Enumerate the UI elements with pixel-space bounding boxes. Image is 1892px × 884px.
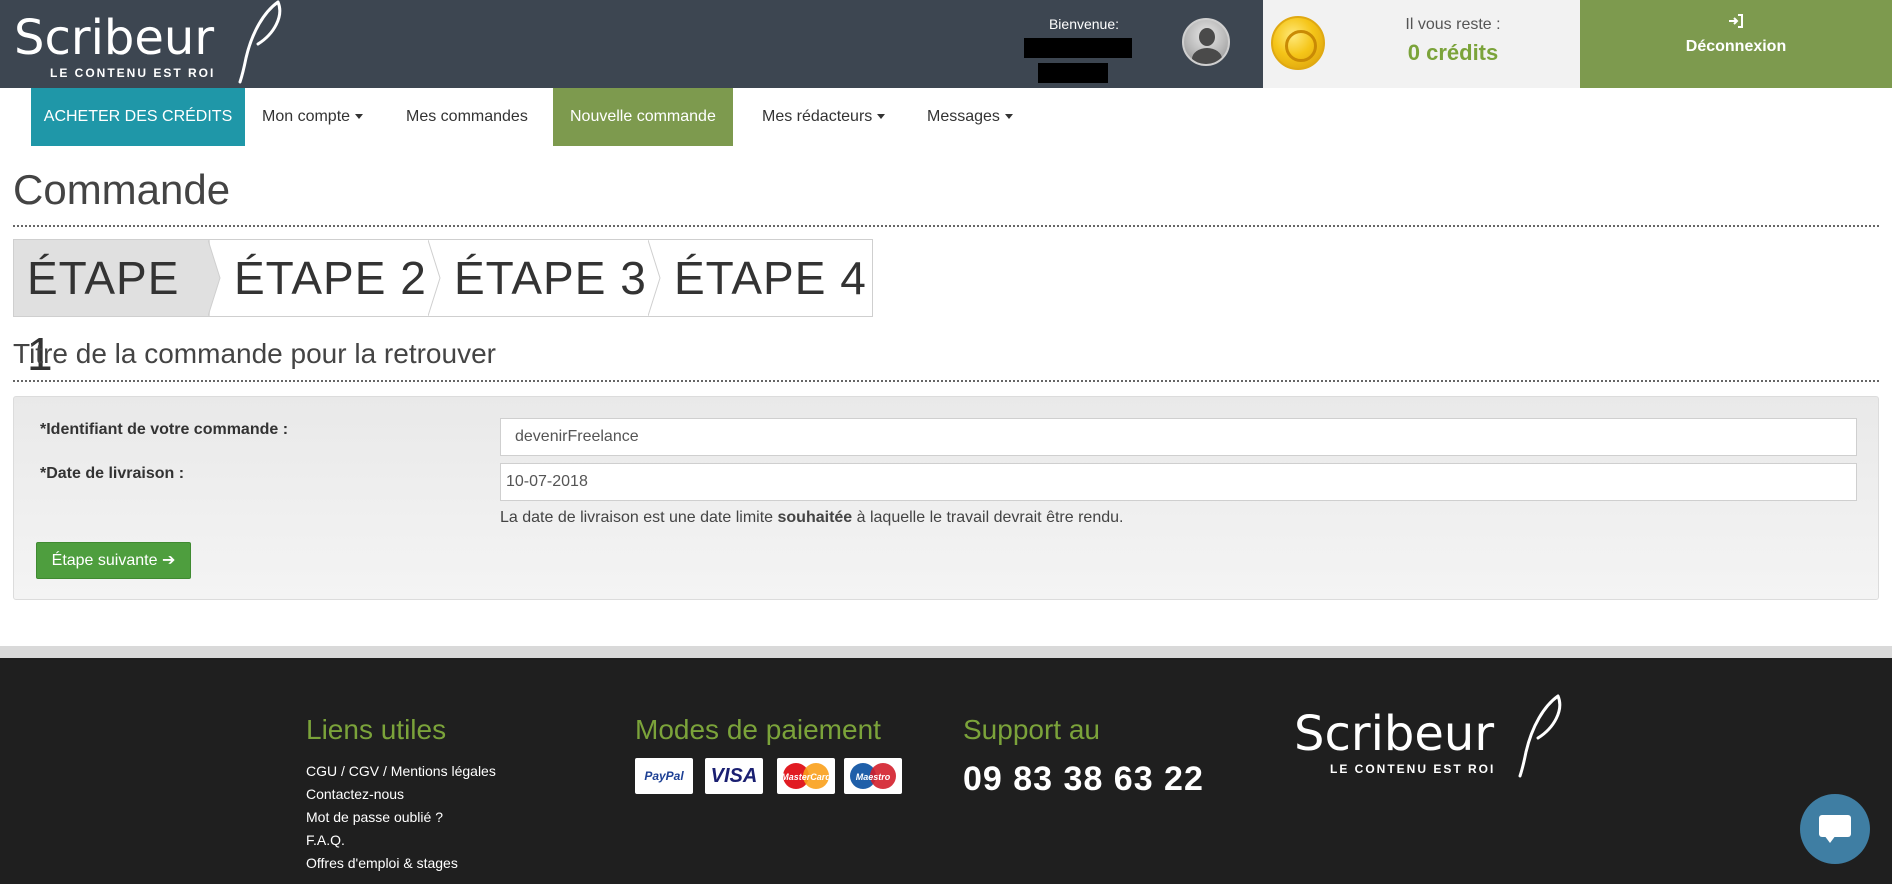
support-title: Support au [963, 714, 1100, 745]
mastercard-label: MasterCard [781, 772, 831, 782]
useful-links-list: CGU / CGV / Mentions légales Contactez-n… [306, 760, 496, 875]
step-3[interactable]: ÉTAPE 3 [454, 240, 650, 316]
credits-label: Il vous reste : [1405, 16, 1501, 33]
quill-icon [238, 0, 282, 84]
mastercard-icon: MasterCard [777, 758, 835, 794]
help-text-start: La date de livraison est une date limite [500, 509, 778, 526]
nav-messages[interactable]: Messages [910, 88, 1030, 146]
nav-new-order[interactable]: Nouvelle commande [553, 88, 733, 146]
footer-separator [0, 646, 1892, 658]
link-jobs[interactable]: Offres d'emploi & stages [306, 852, 496, 875]
scribeur-logo[interactable]: Scribeur LE CONTENU EST ROI [14, 0, 284, 84]
sign-in-icon [1580, 14, 1892, 31]
avatar-body [1192, 48, 1222, 64]
help-text-bold: souhaitée [777, 509, 853, 526]
next-step-button[interactable]: Étape suivante ➔ [36, 542, 191, 579]
maestro-icon: Maestro [844, 758, 902, 794]
chat-bubble-tail [1824, 835, 1836, 843]
nav-my-orders[interactable]: Mes commandes [389, 88, 545, 146]
step-1[interactable]: ÉTAPE 1 [14, 240, 210, 380]
order-form: *Identifiant de votre commande : devenir… [13, 396, 1879, 600]
top-header: Scribeur LE CONTENU EST ROI Bienvenue: I… [0, 0, 1892, 88]
coin-icon [1271, 16, 1325, 70]
order-id-input[interactable]: devenirFreelance [500, 418, 1857, 456]
page-title: Commande [13, 166, 231, 213]
logo-text: Scribeur [14, 10, 215, 66]
credits-box: Il vous reste : 0 crédits [1263, 0, 1580, 88]
caret-down-icon [877, 114, 886, 120]
support-phone[interactable]: 09 83 38 63 22 [963, 760, 1204, 799]
payment-title: Modes de paiement [635, 714, 881, 745]
logo-tagline: LE CONTENU EST ROI [50, 66, 216, 80]
link-password[interactable]: Mot de passe oublié ? [306, 806, 496, 829]
nav-my-account[interactable]: Mon compte [245, 88, 380, 146]
visa-icon: VISA [705, 758, 763, 794]
footer-logo[interactable]: Scribeur LE CONTENU EST ROI [1294, 694, 1564, 778]
section-title: Titre de la commande pour la retrouver [13, 338, 496, 369]
footer-logo-tagline: LE CONTENU EST ROI [1330, 762, 1496, 776]
maestro-label: Maestro [855, 772, 891, 782]
credits-value: 0 crédits [1407, 40, 1499, 65]
redacted-username-2 [1038, 63, 1108, 83]
nav-messages-label: Messages [927, 108, 1000, 125]
nav-my-writers[interactable]: Mes rédacteurs [745, 88, 902, 146]
welcome-label: Bienvenue: [1048, 16, 1120, 32]
nav-my-writers-label: Mes rédacteurs [762, 108, 873, 125]
chat-widget-button[interactable] [1800, 794, 1870, 864]
delivery-date-label: *Date de livraison : [40, 465, 185, 482]
link-cgu[interactable]: CGU / CGV / Mentions légales [306, 760, 496, 783]
logout-label: Déconnexion [1685, 38, 1787, 55]
nav-buy-credits[interactable]: ACHETER DES CRÉDITS [31, 88, 245, 146]
paypal-icon: PayPal [635, 758, 693, 794]
footer: Liens utiles CGU / CGV / Mentions légale… [0, 658, 1892, 884]
avatar[interactable] [1182, 18, 1230, 66]
divider [13, 380, 1879, 382]
logout-button[interactable]: Déconnexion [1580, 0, 1892, 88]
footer-logo-text: Scribeur [1294, 706, 1495, 762]
link-contact[interactable]: Contactez-nous [306, 783, 496, 806]
redacted-username [1024, 38, 1132, 58]
chat-bubble-icon [1819, 815, 1851, 837]
caret-down-icon [355, 114, 364, 120]
order-id-label: *Identifiant de votre commande : [40, 421, 289, 438]
divider [13, 225, 1879, 227]
main-nav: ACHETER DES CRÉDITS Mon compte Mes comma… [0, 88, 1892, 146]
quill-icon [1518, 694, 1562, 778]
avatar-head [1199, 28, 1215, 46]
caret-down-icon [1004, 114, 1013, 120]
chevron-right-icon [208, 240, 221, 316]
step-wizard: ÉTAPE 1 ÉTAPE 2 ÉTAPE 3 ÉTAPE 4 [13, 239, 873, 380]
link-faq[interactable]: F.A.Q. [306, 829, 496, 852]
delivery-date-input[interactable]: 10-07-2018 [500, 463, 1857, 501]
step-2[interactable]: ÉTAPE 2 [234, 240, 430, 316]
nav-my-account-label: Mon compte [262, 108, 351, 125]
chevron-right-icon [428, 240, 441, 316]
help-text-end: à laquelle le travail devrait être rendu… [852, 509, 1124, 526]
step-4[interactable]: ÉTAPE 4 [674, 240, 870, 316]
delivery-date-help: La date de livraison est une date limite… [500, 509, 1123, 527]
chevron-right-icon [648, 240, 661, 316]
useful-links-title: Liens utiles [306, 714, 447, 745]
